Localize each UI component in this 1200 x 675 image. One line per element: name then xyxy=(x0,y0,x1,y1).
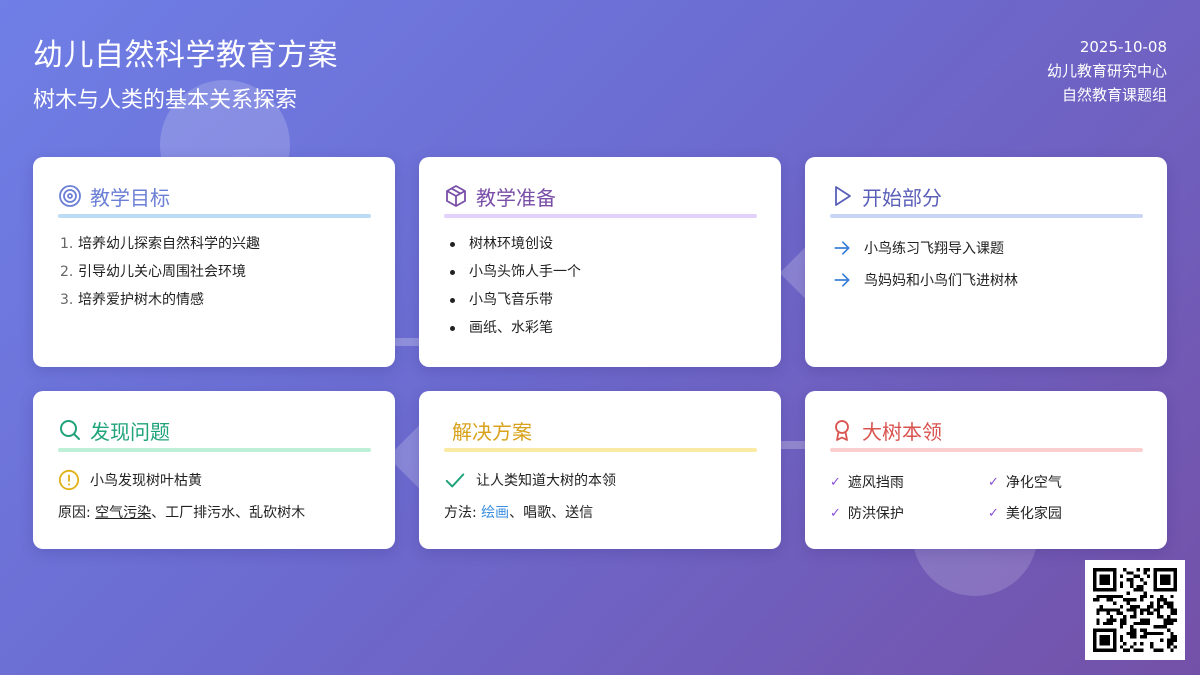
solution-text: 让人类知道大树的本领 xyxy=(476,473,616,489)
cause-rest: 、工厂排污水、乱砍树木 xyxy=(151,505,306,521)
start-list: 小鸟练习飞翔导入课题 鸟妈妈和小鸟们飞进树林 xyxy=(830,232,1143,296)
list-item: 画纸、水彩笔 xyxy=(444,320,757,348)
org-text: 幼儿教育研究中心 xyxy=(1046,62,1167,80)
arrow-right-icon xyxy=(834,273,850,287)
title-underline xyxy=(444,214,757,218)
list-item: 1. 培养幼儿探索自然科学的兴趣 xyxy=(60,236,260,252)
title-underline xyxy=(444,448,757,452)
header: 幼儿自然科学教育方案 树木与人类的基本关系探索 xyxy=(33,30,338,114)
title-underline xyxy=(58,448,371,452)
qr-code xyxy=(1085,560,1185,660)
solution-row: 让人类知道大树的本领 xyxy=(444,468,757,492)
title-underline xyxy=(830,448,1143,452)
connector-line xyxy=(394,338,420,346)
connector-line xyxy=(780,441,806,449)
card-title: 解决方案 xyxy=(452,419,532,444)
group-text: 自然教育课题组 xyxy=(1061,86,1167,104)
card-teaching-goals: 教学目标 1. 培养幼儿探索自然科学的兴趣 2. 引导幼儿关心周围社会环境 3. 培养… xyxy=(33,157,395,367)
warning-icon xyxy=(58,469,80,491)
method-rest: 、唱歌、送信 xyxy=(509,505,594,521)
card-title: 教学目标 xyxy=(90,185,170,210)
play-icon xyxy=(835,186,851,206)
list-item: 鸟妈妈和小鸟们飞进树林 xyxy=(830,264,1143,296)
list-item: 树林环境创设 xyxy=(444,236,757,264)
check-icon xyxy=(445,473,465,488)
page-subtitle: 树木与人类的基本关系探索 xyxy=(33,88,298,113)
header-meta: 2025-10-08 幼儿教育研究中心 自然教育课题组 xyxy=(1047,35,1167,107)
check-icon: ✓ xyxy=(988,505,999,521)
box-icon xyxy=(446,185,466,207)
card-title: 发现问题 xyxy=(90,419,170,444)
target-icon xyxy=(59,185,81,207)
finding-row: 小鸟发现树叶枯黄 xyxy=(58,468,371,492)
method-row: 方法: 绘画、唱歌、送信 xyxy=(444,502,757,522)
award-icon xyxy=(835,420,849,441)
abilities-grid: ✓ 遮风挡雨 ✓ 净化空气 ✓ 防洪保护 ✓ 美化家园 xyxy=(830,472,1143,523)
goal-list: 1. 培养幼儿探索自然科学的兴趣 2. 引导幼儿关心周围社会环境 3. 培养爱护树木的… xyxy=(58,236,371,320)
title-underline xyxy=(830,214,1143,218)
discover-content: 小鸟发现树叶枯黄 原因: 空气污染、工厂排污水、乱砍树木 xyxy=(58,468,371,522)
card-start-section: 开始部分 小鸟练习飞翔导入课题 鸟妈妈和小鸟们飞进树林 xyxy=(805,157,1167,367)
search-icon xyxy=(60,420,80,440)
cause-highlight: 空气污染 xyxy=(95,505,152,521)
list-item: 小鸟练习飞翔导入课题 xyxy=(830,232,1143,264)
list-item: 小鸟头饰人手一个 xyxy=(444,264,757,292)
solution-content: 让人类知道大树的本领 方法: 绘画、唱歌、送信 xyxy=(444,468,757,522)
method-label: 方法: xyxy=(444,505,477,521)
finding-text: 小鸟发现树叶枯黄 xyxy=(90,473,202,489)
method-highlight: 绘画 xyxy=(481,505,510,521)
list-item: 2. 引导幼儿关心周围社会环境 xyxy=(60,264,246,280)
card-title: 教学准备 xyxy=(476,185,556,210)
cause-row: 原因: 空气污染、工厂排污水、乱砍树木 xyxy=(58,502,371,522)
card-teaching-prep: 教学准备 树林环境创设 小鸟头饰人手一个 小鸟飞音乐带 画纸、水彩笔 xyxy=(419,157,781,367)
list-item: ✓ 遮风挡雨 xyxy=(830,474,904,492)
list-item: 小鸟飞音乐带 xyxy=(444,292,757,320)
check-icon: ✓ xyxy=(830,474,841,490)
card-tree-abilities: 大树本领 ✓ 遮风挡雨 ✓ 净化空气 ✓ 防洪保护 ✓ 美化家园 xyxy=(805,391,1167,549)
card-title: 大树本领 xyxy=(862,419,942,444)
list-item: ✓ 防洪保护 xyxy=(830,505,904,523)
list-item: ✓ 美化家园 xyxy=(988,505,1062,523)
check-icon: ✓ xyxy=(988,474,999,490)
prep-list: 树林环境创设 小鸟头饰人手一个 小鸟飞音乐带 画纸、水彩笔 xyxy=(444,236,757,348)
date-text: 2025-10-08 xyxy=(1079,38,1167,56)
check-icon: ✓ xyxy=(830,505,841,521)
card-solution: 解决方案 让人类知道大树的本领 方法: 绘画、唱歌、送信 xyxy=(419,391,781,549)
arrow-right-icon xyxy=(834,241,850,255)
list-item: 3. 培养爱护树木的情感 xyxy=(60,292,204,308)
list-item: ✓ 净化空气 xyxy=(988,474,1062,492)
title-underline xyxy=(58,214,371,218)
cause-label: 原因: xyxy=(58,505,91,521)
card-title: 开始部分 xyxy=(862,185,942,210)
page-title: 幼儿自然科学教育方案 xyxy=(33,38,338,73)
qr-code-icon xyxy=(1093,568,1177,652)
card-discover-problem: 发现问题 小鸟发现树叶枯黄 原因: 空气污染、工厂排污水、乱砍树木 xyxy=(33,391,395,549)
